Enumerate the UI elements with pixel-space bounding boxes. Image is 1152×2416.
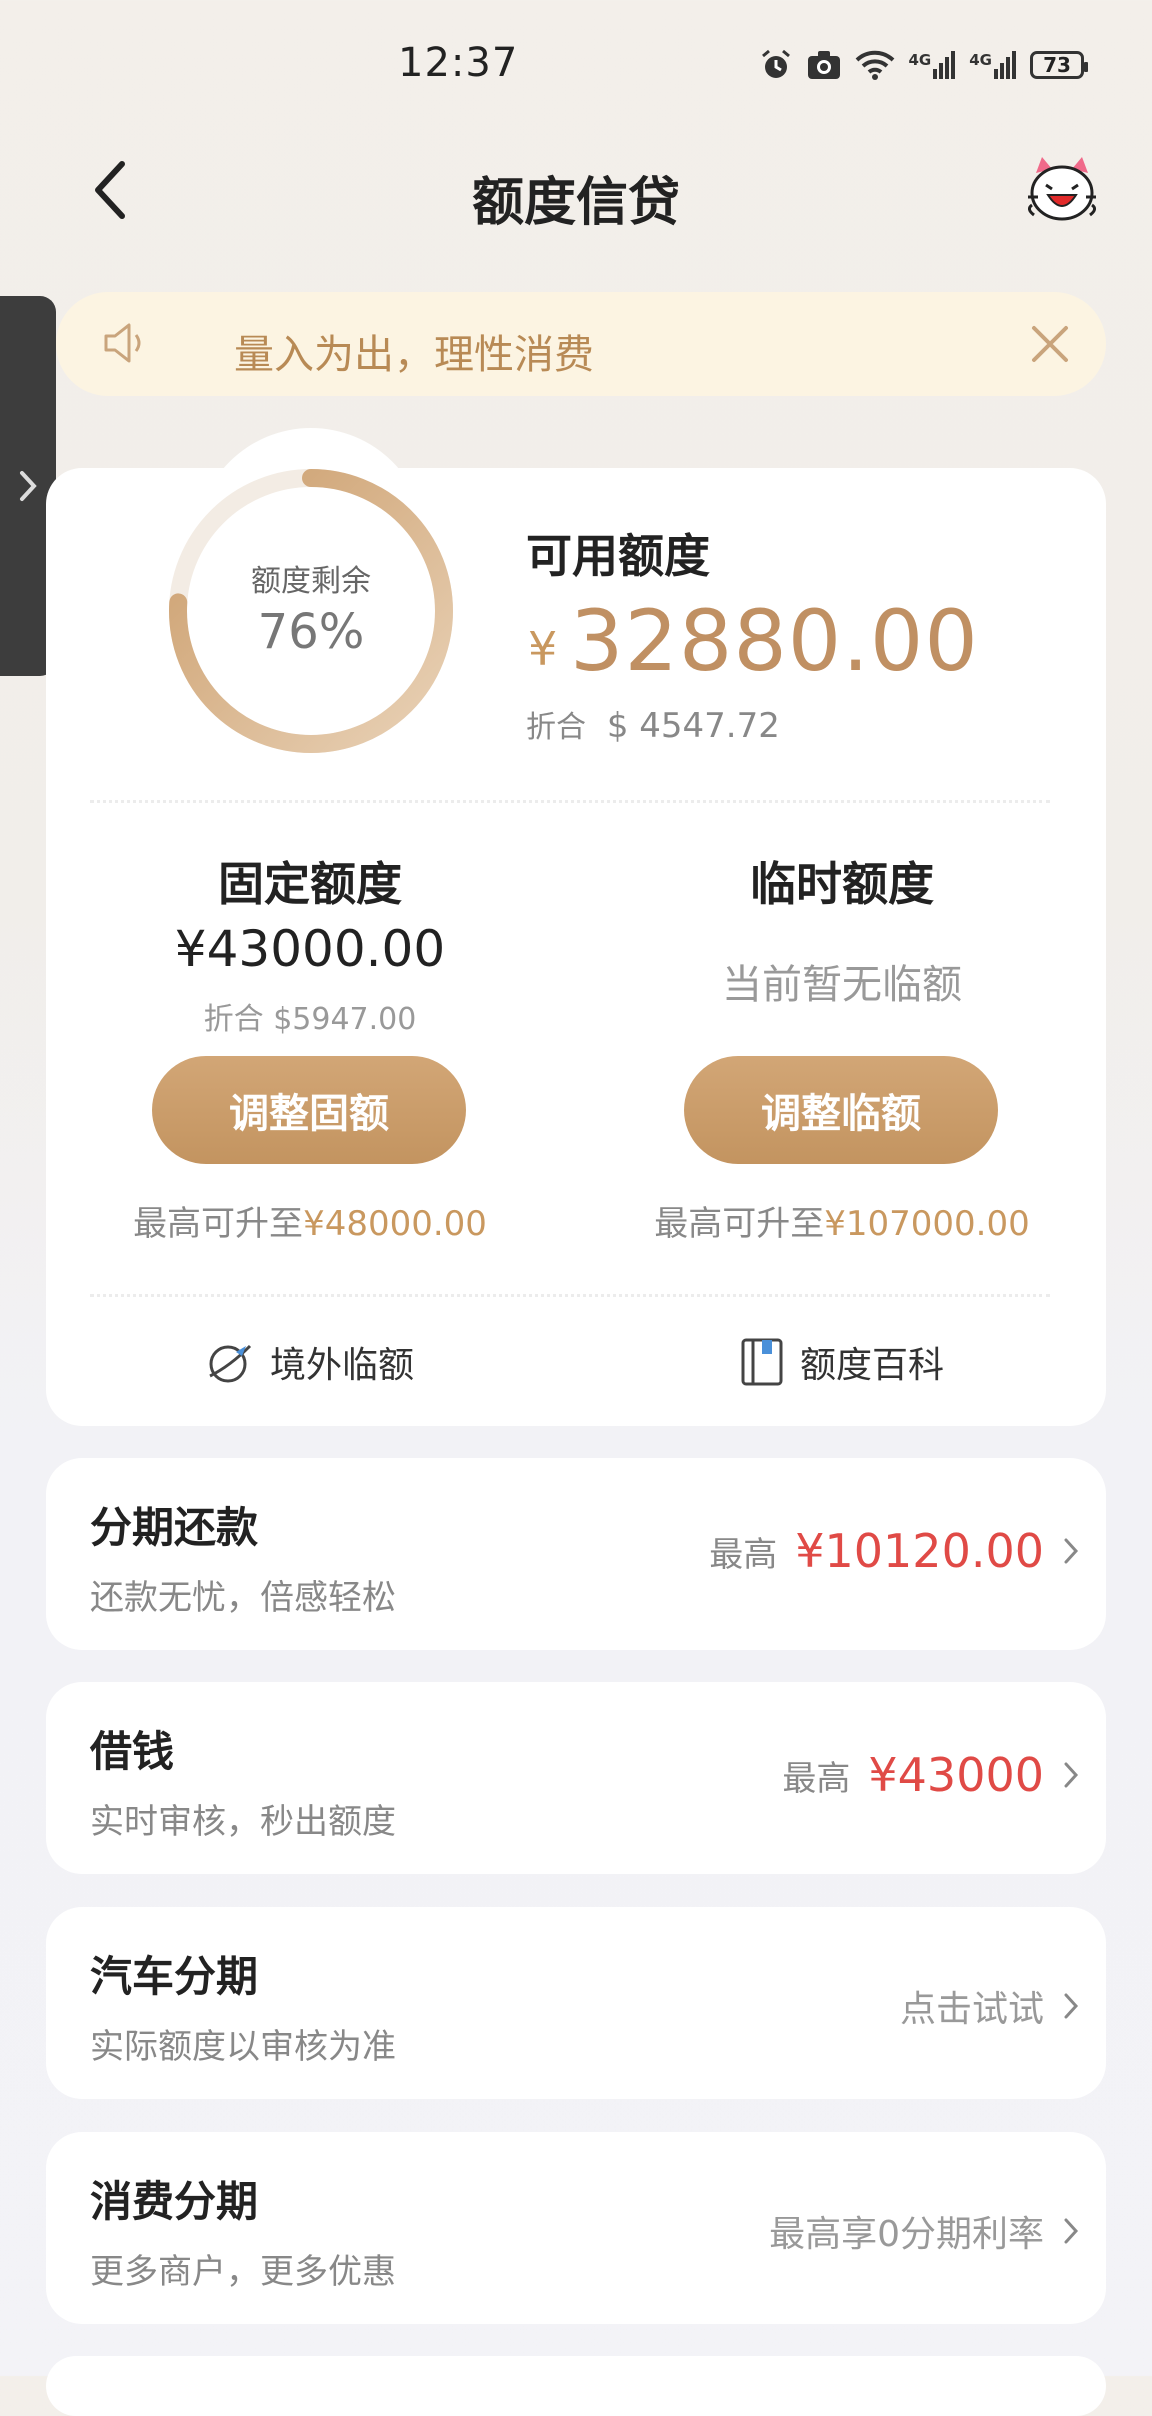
- divider: [90, 800, 1050, 803]
- camera-icon: [807, 51, 840, 79]
- signal-1-icon: 4G: [909, 51, 956, 79]
- row-title: 分期还款: [90, 1503, 259, 1552]
- row-right[interactable]: 最高享0分期利率: [769, 2205, 1080, 2257]
- temp-max-value: ¥107000.00: [824, 1204, 1030, 1244]
- ring-label: 额度剩余: [251, 564, 371, 599]
- row-subtitle: 实际额度以审核为准: [90, 2027, 396, 2067]
- notice-text: 量入为出，理性消费: [234, 332, 594, 378]
- temp-credit-title: 临时额度: [750, 857, 934, 911]
- fixed-credit-title: 固定额度: [218, 857, 402, 911]
- overseas-temp-link[interactable]: 境外临额: [206, 1336, 414, 1388]
- fixed-max-line: 最高可升至¥48000.00: [50, 1196, 570, 1245]
- available-credit-label: 可用额度: [526, 529, 710, 583]
- temp-max-line: 最高可升至¥107000.00: [582, 1196, 1102, 1245]
- available-credit-amount: 32880.00: [570, 592, 979, 690]
- status-icons: 4G 4G 73: [759, 48, 1088, 82]
- fixed-max-prefix: 最高可升至: [133, 1204, 304, 1244]
- product-row-partial[interactable]: [46, 2356, 1106, 2416]
- status-time: 12:37: [398, 40, 519, 86]
- adjust-temp-button[interactable]: 调整临额: [684, 1056, 998, 1164]
- speaker-icon: [100, 318, 150, 372]
- row-subtitle: 实时审核，秒出额度: [90, 1802, 396, 1842]
- globe-plane-icon: [209, 1344, 252, 1383]
- row-right[interactable]: 最高 ¥10120.00: [709, 1524, 1080, 1578]
- page-title: 额度信贷: [471, 173, 680, 233]
- close-icon[interactable]: [1030, 324, 1070, 368]
- available-converted: 折合 $ 4547.72: [526, 702, 780, 746]
- battery-icon: 73: [1030, 51, 1088, 79]
- adjust-fixed-button[interactable]: 调整固额: [152, 1056, 466, 1164]
- temp-max-prefix: 最高可升至: [654, 1204, 825, 1244]
- row-subtitle: 还款无忧，倍感轻松: [90, 1578, 396, 1618]
- credit-wiki-label: 额度百科: [800, 1345, 945, 1386]
- mascot-avatar-icon[interactable]: [1022, 155, 1102, 227]
- divider: [90, 1294, 1050, 1297]
- signal-2-icon: 4G: [969, 51, 1016, 79]
- temp-credit-status: 当前暂无临额: [722, 962, 962, 1008]
- row-hint: 点击试试: [899, 1989, 1044, 2030]
- ring-percent: 76%: [257, 604, 365, 660]
- overseas-temp-label: 境外临额: [270, 1345, 415, 1386]
- battery-level: 73: [1043, 53, 1071, 77]
- row-hint: 最高享0分期利率: [769, 2214, 1044, 2255]
- chevron-right-icon: [20, 471, 37, 501]
- row-value: ¥10120.00: [795, 1524, 1044, 1578]
- row-right[interactable]: 最高 ¥43000: [782, 1748, 1080, 1802]
- row-prefix: 最高: [709, 1534, 778, 1575]
- row-title: 借钱: [90, 1727, 175, 1776]
- fixed-credit-converted: 折合 $5947.00: [203, 1002, 417, 1037]
- chevron-right-icon: [1064, 1993, 1079, 2019]
- chevron-right-icon: [1064, 1538, 1079, 1564]
- fixed-max-value: ¥48000.00: [303, 1204, 487, 1244]
- row-prefix: 最高: [782, 1758, 851, 1799]
- row-title: 消费分期: [90, 2177, 259, 2226]
- row-title: 汽车分期: [90, 1952, 259, 2001]
- network-type-2: 4G: [969, 51, 992, 69]
- fixed-credit-amount: ¥43000.00: [174, 920, 446, 978]
- book-icon: [741, 1338, 783, 1386]
- wifi-icon: [855, 50, 894, 80]
- currency-symbol: ¥: [528, 622, 558, 676]
- converted-prefix: 折合: [526, 710, 586, 745]
- alarm-icon: [761, 49, 790, 78]
- row-right[interactable]: 点击试试: [900, 1980, 1080, 2032]
- chevron-right-icon: [1064, 2218, 1079, 2244]
- converted-value: $ 4547.72: [606, 706, 780, 746]
- row-value: ¥43000: [868, 1748, 1044, 1802]
- row-subtitle: 更多商户，更多优惠: [90, 2252, 396, 2292]
- credit-wiki-link[interactable]: 额度百科: [740, 1336, 944, 1388]
- chevron-right-icon: [1064, 1762, 1079, 1788]
- network-type-1: 4G: [908, 51, 932, 69]
